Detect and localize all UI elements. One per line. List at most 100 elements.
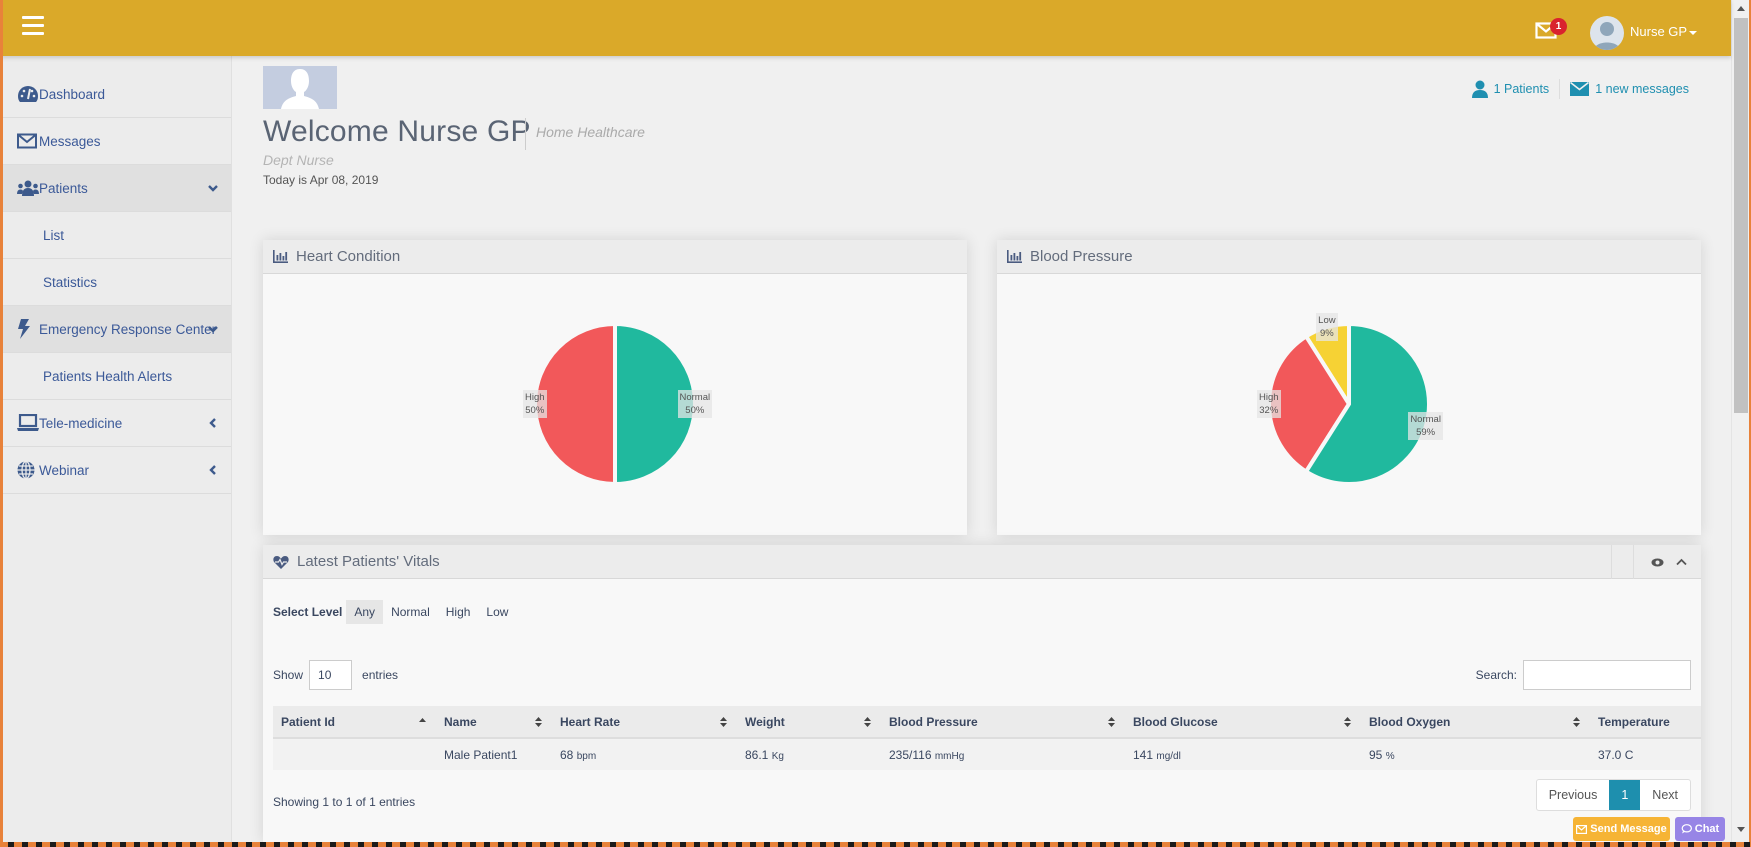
value: 141 bbox=[1133, 747, 1154, 762]
column-header-patient-id[interactable]: Patient Id bbox=[273, 706, 436, 739]
latest-vitals-panel: Latest Patients' Vitals Select Level Any… bbox=[263, 545, 1701, 842]
column-label: Blood Oxygen bbox=[1369, 714, 1451, 729]
panel-title: Blood Pressure bbox=[1030, 248, 1133, 265]
show-label: Show bbox=[273, 668, 304, 682]
patients-count: 1 Patients bbox=[1493, 82, 1550, 96]
panel-actions bbox=[1611, 545, 1701, 579]
column-header-blood-glucose[interactable]: Blood Glucose bbox=[1125, 706, 1361, 739]
heart-condition-panel: Heart Condition High 50% Normal 50% bbox=[263, 240, 967, 535]
unit: mg/dl bbox=[1156, 750, 1181, 762]
sort-icon bbox=[720, 717, 727, 727]
scroll-up-arrow-icon[interactable] bbox=[1737, 6, 1745, 11]
panel-header: Blood Pressure bbox=[997, 240, 1701, 274]
sidebar-item-patients-list[interactable]: List bbox=[3, 212, 231, 259]
column-label: Blood Pressure bbox=[889, 714, 978, 729]
new-messages-link[interactable]: 1 new messages bbox=[1570, 82, 1689, 96]
sidebar-item-tele-medicine[interactable]: Tele-medicine bbox=[3, 400, 231, 447]
summary-stats: 1 Patients 1 new messages bbox=[1471, 79, 1689, 99]
collapse-chevron-up-icon[interactable] bbox=[1669, 545, 1693, 579]
pagination-page-1[interactable]: 1 bbox=[1609, 780, 1641, 810]
page-scrollbar[interactable] bbox=[1731, 0, 1749, 842]
globe-icon bbox=[17, 460, 39, 480]
search-label: Search: bbox=[1475, 668, 1517, 682]
window-border-left bbox=[0, 0, 3, 847]
sidebar-item-dashboard[interactable]: Dashboard bbox=[3, 71, 231, 118]
sidebar-item-label: Emergency Response Center bbox=[39, 321, 217, 337]
level-option-normal[interactable]: Normal bbox=[383, 600, 438, 624]
patients-count-link[interactable]: 1 Patients bbox=[1471, 80, 1550, 98]
sidebar-item-label: Webinar bbox=[39, 462, 90, 478]
pie-label-category: Normal bbox=[1410, 414, 1441, 426]
sidebar-item-emergency-response-center[interactable]: Emergency Response Center bbox=[3, 306, 231, 353]
sidebar-item-messages[interactable]: Messages bbox=[3, 118, 231, 165]
sort-asc-icon bbox=[419, 718, 426, 722]
pagination-previous[interactable]: Previous bbox=[1537, 780, 1610, 810]
table-info: Showing 1 to 1 of 1 entries bbox=[273, 795, 416, 809]
chat-button[interactable]: Chat bbox=[1675, 817, 1725, 841]
level-option-any[interactable]: Any bbox=[346, 600, 384, 624]
user-avatar[interactable] bbox=[1590, 16, 1624, 50]
envelope-icon bbox=[1576, 824, 1588, 834]
panel-title: Latest Patients' Vitals bbox=[297, 553, 440, 570]
messages-badge: 1 bbox=[1550, 18, 1567, 35]
column-label: Name bbox=[444, 714, 477, 729]
unit: % bbox=[1385, 750, 1395, 762]
today-date: Today is Apr 08, 2019 bbox=[263, 173, 379, 187]
sidebar-item-label: Patients bbox=[39, 180, 88, 196]
toggle-visibility-eye-icon[interactable] bbox=[1645, 545, 1669, 579]
column-label: Weight bbox=[745, 714, 785, 729]
column-header-blood-oxygen[interactable]: Blood Oxygen bbox=[1361, 706, 1590, 739]
cell-weight: 86.1 Kg bbox=[737, 738, 881, 770]
select-level-label: Select Level bbox=[273, 605, 343, 619]
chevron-down-icon bbox=[207, 323, 219, 335]
scroll-down-arrow-icon[interactable] bbox=[1737, 827, 1745, 832]
level-option-high[interactable]: High bbox=[438, 600, 479, 624]
user-menu[interactable]: Nurse GP bbox=[1630, 24, 1698, 39]
sort-icon bbox=[1108, 717, 1115, 727]
column-header-name[interactable]: Name bbox=[436, 706, 552, 739]
pie-label-low: Low 9% bbox=[1316, 313, 1338, 342]
pie-label-category: High bbox=[525, 392, 545, 403]
entries-select[interactable]: 10 bbox=[309, 660, 353, 690]
bolt-icon bbox=[17, 319, 39, 339]
table-row[interactable]: Male Patient1 68 bpm 86.1 Kg 235/116 mmH… bbox=[273, 738, 1701, 770]
sidebar-item-webinar[interactable]: Webinar bbox=[3, 447, 231, 494]
value: 86.1 bbox=[745, 747, 769, 762]
menu-toggle-icon[interactable] bbox=[22, 16, 44, 36]
envelope-icon bbox=[1570, 82, 1590, 96]
column-header-blood-pressure[interactable]: Blood Pressure bbox=[881, 706, 1125, 739]
users-icon bbox=[17, 178, 39, 198]
sort-icon bbox=[1344, 717, 1351, 727]
search-input[interactable] bbox=[1523, 660, 1691, 690]
sidebar-item-patients-statistics[interactable]: Statistics bbox=[3, 259, 231, 306]
column-header-heart-rate[interactable]: Heart Rate bbox=[552, 706, 737, 739]
pie-label-percent: 50% bbox=[685, 405, 705, 416]
level-option-low[interactable]: Low bbox=[478, 600, 516, 624]
cell-blood-glucose: 141 mg/dl bbox=[1125, 738, 1361, 770]
unit: mmHg bbox=[934, 750, 965, 762]
heading-divider bbox=[525, 118, 526, 150]
cell-blood-pressure: 235/116 mmHg bbox=[881, 738, 1125, 770]
entries-length-control: Show 10 entries bbox=[273, 660, 398, 690]
pie-label-percent: 59% bbox=[1416, 427, 1436, 439]
table-header-row: Patient Id Name Heart Rate Weight Blood … bbox=[273, 706, 1701, 739]
send-message-button[interactable]: Send Message bbox=[1573, 817, 1670, 841]
select-level-filter: Select Level Any Normal High Low bbox=[273, 600, 516, 624]
sidebar-item-patients[interactable]: Patients bbox=[3, 165, 231, 212]
scroll-thumb[interactable] bbox=[1734, 18, 1748, 413]
pie-slice-high[interactable] bbox=[533, 321, 617, 487]
column-header-temperature[interactable]: Temperature bbox=[1590, 706, 1701, 739]
sidebar-item-patients-health-alerts[interactable]: Patients Health Alerts bbox=[3, 353, 231, 400]
column-label: Heart Rate bbox=[560, 714, 621, 729]
cell-blood-oxygen: 95 % bbox=[1361, 738, 1590, 770]
cell-heart-rate: 68 bpm bbox=[552, 738, 737, 770]
pie-label-high: High 50% bbox=[523, 390, 547, 418]
pagination-next[interactable]: Next bbox=[1640, 780, 1690, 810]
chat-bubble-icon bbox=[1681, 824, 1692, 834]
value: 95 bbox=[1369, 747, 1383, 762]
pie-label-category: Low bbox=[1318, 315, 1336, 327]
column-header-weight[interactable]: Weight bbox=[737, 706, 881, 739]
pie-svg bbox=[533, 321, 697, 487]
unit: Kg bbox=[771, 750, 784, 762]
chevron-left-icon bbox=[207, 417, 219, 429]
